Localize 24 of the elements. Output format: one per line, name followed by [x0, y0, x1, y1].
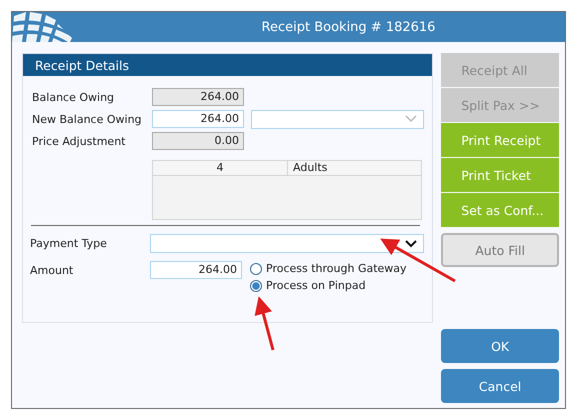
- action-button[interactable]: Print Receipt: [441, 123, 559, 157]
- field-label: Amount: [30, 263, 74, 277]
- annotation-arrow: [254, 296, 274, 350]
- chevron-down-icon: [405, 115, 417, 123]
- field-label: New Balance Owing: [32, 112, 143, 126]
- field-label: Payment Type: [30, 237, 108, 250]
- action-button[interactable]: Set as Conf...: [441, 193, 559, 227]
- field-label: Balance Owing: [32, 90, 116, 104]
- table-cell-text: Adults: [292, 161, 328, 175]
- amount-field[interactable]: 264.00: [150, 261, 242, 279]
- radio-option[interactable]: Process on Pinpad: [250, 278, 407, 293]
- window-title: Receipt Booking # 182616: [262, 20, 436, 34]
- table-cell: 4: [153, 161, 288, 175]
- dropdown-field[interactable]: [251, 110, 424, 128]
- panel-title: Receipt Details: [35, 58, 129, 72]
- radio-option[interactable]: Process through Gateway: [250, 261, 407, 276]
- action-button[interactable]: Print Ticket: [441, 158, 559, 192]
- action-button[interactable]: Auto Fill: [441, 233, 559, 267]
- amount-field[interactable]: 264.00: [152, 110, 244, 128]
- ok-button[interactable]: OK: [441, 329, 559, 363]
- payment-type-dropdown[interactable]: [150, 234, 424, 253]
- field-label: Price Adjustment: [32, 134, 126, 148]
- chevron-down-icon: [405, 240, 417, 248]
- cancel-button[interactable]: Cancel: [441, 369, 559, 403]
